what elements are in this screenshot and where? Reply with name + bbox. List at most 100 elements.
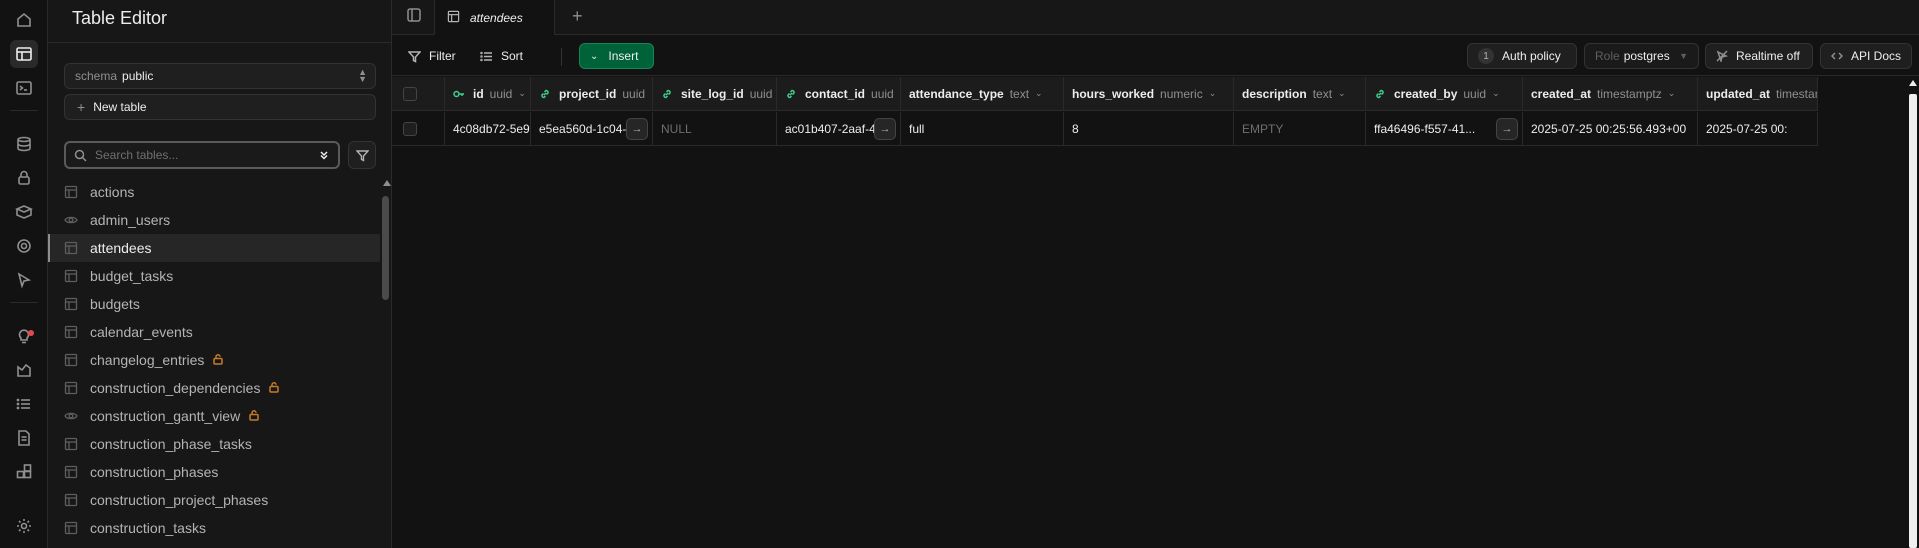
grid-cell-project-id[interactable]: e5ea560d-1c04-... →: [531, 112, 653, 145]
settings-gear-icon[interactable]: [10, 512, 38, 540]
sidebar-item-construction-project-phases[interactable]: construction_project_phases: [48, 486, 380, 514]
chevron-down-icon[interactable]: ⌄: [518, 88, 526, 99]
sidebar-item-actions[interactable]: actions: [48, 178, 380, 206]
grid-cell-created-at[interactable]: 2025-07-25 00:25:56.493+00: [1523, 112, 1698, 145]
sql-editor-icon[interactable]: [10, 74, 38, 102]
chevron-down-icon[interactable]: ⌄: [1035, 88, 1043, 99]
sort-button[interactable]: Sort: [472, 43, 531, 69]
functions-icon[interactable]: [10, 232, 38, 260]
api-docs-button[interactable]: API Docs: [1820, 43, 1912, 69]
column-header-created-by[interactable]: created_by uuid ⌄: [1366, 77, 1523, 110]
arrow-right-icon[interactable]: →: [626, 118, 648, 140]
sidebar-item-attendees[interactable]: attendees: [48, 234, 380, 262]
column-header-created-at[interactable]: created_at timestamptz ⌄: [1523, 77, 1698, 110]
filter-button[interactable]: Filter: [400, 43, 464, 69]
cell-value: e5ea560d-1c04-...: [539, 121, 637, 136]
toggle-sidebar-icon[interactable]: [406, 7, 424, 25]
sidebar-scroll-thumb[interactable]: [382, 196, 389, 300]
row-checkbox[interactable]: [403, 121, 417, 136]
sidebar-item-construction-phases[interactable]: construction_phases: [48, 458, 380, 486]
column-header-attendance-type[interactable]: attendance_type text ⌄: [901, 77, 1064, 110]
insert-button[interactable]: ⌄ Insert: [579, 43, 654, 69]
column-header-id[interactable]: id uuid ⌄: [445, 77, 531, 110]
add-tab-button[interactable]: +: [572, 6, 583, 27]
sidebar-item-construction-dependencies[interactable]: construction_dependencies: [48, 374, 380, 402]
sidebar-item-label: construction_phase_tasks: [90, 436, 252, 452]
grid-scroll-thumb[interactable]: [1909, 94, 1917, 548]
sidebar-title: Table Editor: [72, 8, 168, 28]
sidebar-item-construction-gantt-view[interactable]: construction_gantt_view: [48, 402, 380, 430]
sidebar-item-construction-tasks[interactable]: construction_tasks: [48, 514, 380, 542]
grid-cell-attendance-type[interactable]: full: [901, 112, 1064, 145]
api-docs-icon[interactable]: [10, 424, 38, 452]
grid-cell-hours-worked[interactable]: 8: [1064, 112, 1234, 145]
table-icon: [64, 493, 78, 507]
advisors-bulb-icon[interactable]: [10, 322, 38, 350]
table-row[interactable]: 4c08db72-5e98-e5ea560d-1c04-...→NULLac01…: [392, 112, 1818, 146]
column-header-project-id[interactable]: project_iduuid⌄: [531, 77, 653, 110]
arrow-right-icon[interactable]: →: [874, 118, 896, 140]
column-header-description[interactable]: description text ⌄: [1234, 77, 1366, 110]
tab-attendees[interactable]: attendees: [435, 0, 555, 35]
grid-cell-created-by[interactable]: ffa46496-f557-41... →: [1366, 112, 1523, 145]
grid-cell-contact-id[interactable]: ac01b407-2aaf-4... →: [777, 112, 901, 145]
search-tables-box[interactable]: [64, 141, 340, 169]
column-name: updated_at: [1706, 86, 1771, 101]
column-type: uuid: [749, 86, 773, 101]
storage-icon[interactable]: [10, 198, 38, 226]
column-header-site-log-id[interactable]: site_log_iduuid⌄: [653, 77, 777, 110]
integrations-icon[interactable]: [10, 458, 38, 486]
sidebar-item-label: construction_tasks: [90, 520, 206, 536]
search-tables-input[interactable]: [95, 148, 295, 162]
column-name: project_id: [559, 86, 617, 101]
column-type: uuid: [622, 86, 646, 101]
unlocked-rls-icon: [248, 408, 260, 424]
chevron-down-icon[interactable]: ⌄: [1492, 88, 1500, 99]
chevron-down-icon[interactable]: ⌄: [1338, 88, 1346, 99]
select-all-checkbox[interactable]: [403, 86, 417, 101]
auth-policy-label: Auth policy: [1502, 49, 1561, 63]
grid-cell-description[interactable]: EMPTY: [1234, 112, 1366, 145]
auth-lock-icon[interactable]: [10, 164, 38, 192]
column-type: uuid: [1463, 86, 1487, 101]
sidebar-item-budgets[interactable]: budgets: [48, 290, 380, 318]
primary-key-icon: [453, 88, 473, 100]
role-select[interactable]: Role postgres ▼: [1584, 43, 1699, 69]
select-all-cell: [392, 77, 445, 110]
chevron-down-icon[interactable]: ⌄: [1209, 88, 1217, 99]
sidebar-item-calendar-events[interactable]: calendar_events: [48, 318, 380, 346]
tab-bar: attendees +: [392, 0, 1919, 35]
table-editor-icon[interactable]: [10, 40, 38, 68]
reports-icon[interactable]: [10, 356, 38, 384]
table-list: actions admin_users attendees budget_tasks b…: [48, 178, 380, 542]
sidebar-divider: [48, 42, 392, 43]
realtime-toggle-button[interactable]: Realtime off: [1705, 43, 1813, 69]
column-header-updated-at[interactable]: updated_attimestamptz⌄: [1698, 77, 1818, 110]
grid-cell-site-log-id[interactable]: NULL: [653, 112, 777, 145]
column-header-hours-worked[interactable]: hours_worked numeric ⌄: [1064, 77, 1234, 110]
database-icon[interactable]: [10, 130, 38, 158]
scroll-up-arrow-icon[interactable]: [1909, 80, 1917, 86]
arrow-right-icon[interactable]: →: [1496, 118, 1518, 140]
grid-cell-id[interactable]: 4c08db72-5e98-: [445, 112, 531, 145]
logs-list-icon[interactable]: [10, 390, 38, 418]
eye-icon: [64, 409, 78, 423]
schema-select[interactable]: schema public ▲ ▼: [64, 63, 376, 89]
sidebar-item-changelog-entries[interactable]: changelog_entries: [48, 346, 380, 374]
sidebar-item-construction-phase-tasks[interactable]: construction_phase_tasks: [48, 430, 380, 458]
sidebar-item-budget-tasks[interactable]: budget_tasks: [48, 262, 380, 290]
new-table-label: New table: [93, 100, 147, 114]
grid-toolbar: Filter Sort ⌄ Insert 1 Auth policy Role …: [392, 36, 1919, 76]
filter-tables-button[interactable]: [348, 141, 376, 169]
auth-policy-button[interactable]: 1 Auth policy: [1467, 43, 1577, 69]
sidebar-item-admin-users[interactable]: admin_users: [48, 206, 380, 234]
chevrons-down-icon[interactable]: [318, 149, 330, 164]
new-table-button[interactable]: + New table: [64, 94, 376, 120]
column-header-contact-id[interactable]: contact_iduuid⌄: [777, 77, 901, 110]
foreign-key-link-icon: [785, 88, 805, 100]
grid-cell-updated-at[interactable]: 2025-07-25 00:: [1698, 112, 1818, 145]
chevron-down-icon[interactable]: ⌄: [1668, 88, 1676, 99]
realtime-icon[interactable]: [10, 266, 38, 294]
home-icon[interactable]: [10, 6, 38, 34]
scroll-up-arrow-icon[interactable]: [383, 180, 391, 186]
